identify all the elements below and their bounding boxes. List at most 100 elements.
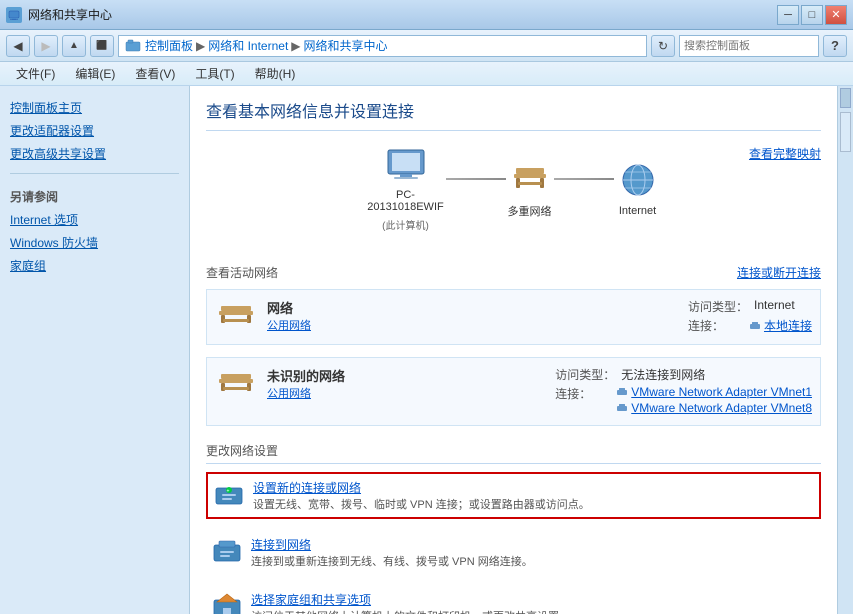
active-networks-label: 查看活动网络 [206,264,278,281]
page-title: 查看基本网络信息并设置连接 [206,98,821,131]
sidebar-divider [10,173,179,174]
view-map-link[interactable]: 查看完整映射 [749,145,821,162]
network1-type[interactable]: 公用网络 [267,317,678,333]
sidebar-link-homegroup[interactable]: 家庭组 [0,254,189,277]
net-line-1 [446,178,506,180]
sidebar-link-advanced[interactable]: 更改高级共享设置 [0,142,189,165]
net-node-multi: 多重网络 [506,159,554,219]
settings-item-3[interactable]: 选择家庭组和共享选项 访问位于其他网络上计算机上的文件和打印机，或更改共享设置。 [206,586,821,614]
settings-item-1[interactable]: + 设置新的连接或网络 设置无线、宽带、拨号、临时或 VPN 连接；或设置路由器… [206,472,821,519]
menu-tools[interactable]: 工具(T) [187,63,242,84]
sidebar: 控制面板主页 更改适配器设置 更改高级共享设置 另请参阅 Internet 选项… [0,86,190,614]
close-button[interactable]: ✕ [825,5,847,25]
network1-conn-value[interactable]: 本地连接 [764,317,812,334]
network2-conn-value1[interactable]: VMware Network Adapter VMnet1 [631,385,812,399]
computer-icon [382,145,430,185]
settings-item-2-desc: 连接到或重新连接到无线、有线、拨号或 VPN 网络连接。 [251,553,533,569]
connection-icon [749,320,761,332]
minimize-button[interactable]: ─ [777,5,799,25]
breadcrumb-part1: 控制面板 [145,37,193,54]
menu-edit[interactable]: 编辑(E) [67,63,123,84]
homegroup-icon [211,591,243,614]
content-area: 查看基本网络信息并设置连接 PC-20131018EWIF (此计算机) [190,86,837,614]
network1-access-value: Internet [754,298,795,315]
breadcrumb-part2: 网络和 Internet [208,37,288,54]
breadcrumb-arrow1: ▶ [196,39,205,53]
settings-item-1-desc: 设置无线、宽带、拨号、临时或 VPN 连接；或设置路由器或访问点。 [253,496,590,512]
title-bar-text: 网络和共享中心 [28,6,112,23]
settings-item-1-name[interactable]: 设置新的连接或网络 [253,479,590,496]
settings-item-2-name[interactable]: 连接到网络 [251,536,533,553]
network2-details: 访问类型： 无法连接到网络 连接： VMware Network Adapter… [555,366,812,417]
network1-conn-label: 连接： [688,317,743,334]
settings-item-3-text: 选择家庭组和共享选项 访问位于其他网络上计算机上的文件和打印机，或更改共享设置。 [251,591,570,614]
active-networks-section: 查看活动网络 连接或断开连接 [206,264,821,281]
network1-info: 网络 公用网络 [267,298,678,333]
settings-item-1-text: 设置新的连接或网络 设置无线、宽带、拨号、临时或 VPN 连接；或设置路由器或访… [253,479,590,512]
recent-button[interactable]: ⬛ [90,35,114,57]
title-bar: 网络和共享中心 ─ □ ✕ [0,0,853,30]
menu-file[interactable]: 文件(F) [8,63,63,84]
net-node-internet: Internet [614,161,662,217]
search-box: 🔍 [679,35,819,57]
net-node2-label: 多重网络 [508,203,552,219]
breadcrumb-part3: 网络和共享中心 [304,37,388,54]
address-bar: ◀ ▶ ▲ ⬛ 控制面板 ▶ 网络和 Internet ▶ 网络和共享中心 ↻ … [0,30,853,62]
sidebar-link-internet[interactable]: Internet 选项 [0,208,189,231]
up-button[interactable]: ▲ [62,35,86,57]
back-button[interactable]: ◀ [6,35,30,57]
network1-access-label: 访问类型： [688,298,748,315]
address-path[interactable]: 控制面板 ▶ 网络和 Internet ▶ 网络和共享中心 [118,35,647,57]
search-input[interactable] [684,40,826,52]
network1-conn-row: 连接： 本地连接 [688,317,812,334]
net-node1-sublabel: (此计算机) [382,217,429,232]
help-button[interactable]: ? [823,35,847,57]
new-connection-icon: + [213,479,245,507]
menu-view[interactable]: 查看(V) [127,63,183,84]
network-item-2: 未识别的网络 公用网络 访问类型： 无法连接到网络 连接： VMware Net… [206,357,821,426]
network1-details: 访问类型： Internet 连接： 本地连接 [688,298,812,336]
forward-button[interactable]: ▶ [34,35,58,57]
net-node1-label: PC-20131018EWIF [366,189,446,213]
refresh-button[interactable]: ↻ [651,35,675,57]
app-icon [6,7,22,23]
connect-network-icon [211,536,243,564]
network-item-1: 网络 公用网络 访问类型： Internet 连接： 本地连接 [206,289,821,345]
maximize-button[interactable]: □ [801,5,823,25]
network2-access-value: 无法连接到网络 [621,366,705,383]
scrollbar[interactable] [837,86,853,614]
sidebar-link-firewall[interactable]: Windows 防火墙 [0,231,189,254]
net-node-computer: PC-20131018EWIF (此计算机) [366,145,446,232]
settings-item-3-desc: 访问位于其他网络上计算机上的文件和打印机，或更改共享设置。 [251,608,570,614]
network2-conn-row: 连接： VMware Network Adapter VMnet1 VMware… [555,385,812,415]
network2-conn-label: 连接： [555,385,610,415]
sidebar-other-title: 另请参阅 [0,182,189,208]
breadcrumb-arrow2: ▶ [291,39,300,53]
title-controls: ─ □ ✕ [777,5,847,25]
network1-access-row: 访问类型： Internet [688,298,812,315]
network2-access-label: 访问类型： [555,366,615,383]
network2-conn-value2[interactable]: VMware Network Adapter VMnet8 [631,401,812,415]
net-node3-label: Internet [619,205,656,217]
menu-help[interactable]: 帮助(H) [247,63,304,84]
globe-icon [614,161,662,201]
network2-info: 未识别的网络 公用网络 [267,366,545,401]
settings-item-2[interactable]: 连接到网络 连接到或重新连接到无线、有线、拨号或 VPN 网络连接。 [206,531,821,574]
connect-disconnect-link[interactable]: 连接或断开连接 [737,264,821,281]
sidebar-link-adapters[interactable]: 更改适配器设置 [0,119,189,142]
network2-name: 未识别的网络 [267,366,545,385]
settings-item-2-text: 连接到网络 连接到或重新连接到无线、有线、拨号或 VPN 网络连接。 [251,536,533,569]
title-bar-left: 网络和共享中心 [6,6,112,23]
network1-icon [215,298,257,334]
network2-type[interactable]: 公用网络 [267,385,545,401]
change-settings-title: 更改网络设置 [206,442,821,464]
main-layout: 控制面板主页 更改适配器设置 更改高级共享设置 另请参阅 Internet 选项… [0,86,853,614]
network1-name: 网络 [267,298,678,317]
network2-access-row: 访问类型： 无法连接到网络 [555,366,812,383]
menu-bar: 文件(F) 编辑(E) 查看(V) 工具(T) 帮助(H) [0,62,853,86]
network2-icon [215,366,257,402]
svg-text:+: + [227,489,230,495]
settings-item-3-name[interactable]: 选择家庭组和共享选项 [251,591,570,608]
sidebar-link-home[interactable]: 控制面板主页 [0,96,189,119]
net-line-2 [554,178,614,180]
